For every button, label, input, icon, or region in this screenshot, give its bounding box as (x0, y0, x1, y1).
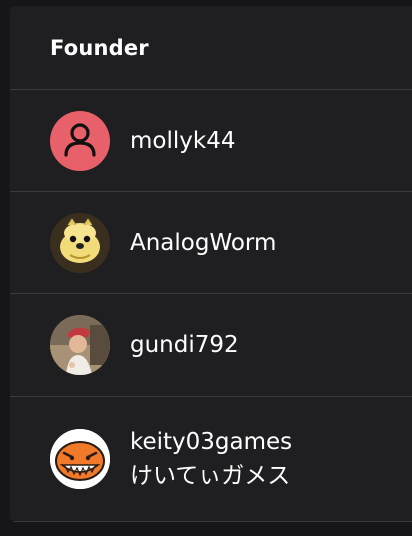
default-person-avatar-icon (50, 110, 110, 171)
member-row-analogworm[interactable]: AnalogWorm (10, 192, 412, 294)
section-header: Founder (10, 6, 412, 90)
founder-panel: Founder mollyk44 AnalogWorm gundi792 kei… (10, 6, 412, 522)
member-username: gundi792 (130, 332, 239, 358)
child-photo-avatar (50, 315, 110, 375)
member-username: keity03games (130, 429, 293, 455)
member-row-mollyk44[interactable]: mollyk44 (10, 90, 412, 192)
yellow-dog-puppet-avatar (50, 212, 110, 273)
member-display-name: けいてぃガメス (130, 463, 291, 489)
member-username: mollyk44 (130, 127, 236, 154)
member-row-gundi792[interactable]: gundi792 (10, 294, 412, 397)
member-row-keity03games[interactable]: keity03games けいてぃガメス (10, 397, 412, 522)
orange-monster-avatar (50, 429, 110, 489)
section-title: Founder (50, 35, 149, 60)
member-username: AnalogWorm (130, 229, 277, 256)
